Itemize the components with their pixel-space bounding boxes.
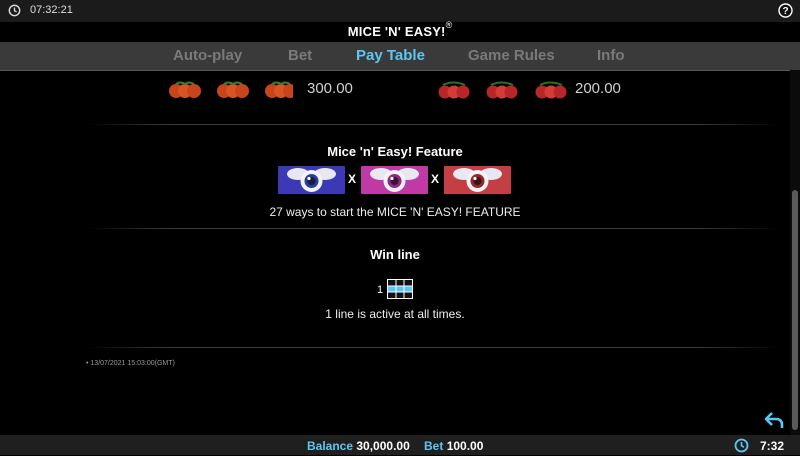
- cherry-icon: [438, 81, 567, 99]
- mouse-icon: [370, 168, 419, 192]
- balance-display: Balance 30,000.00: [307, 439, 410, 453]
- bet-display: Bet 100.00: [424, 439, 483, 453]
- bet-value: 100.00: [446, 439, 484, 453]
- times-sign: X: [348, 172, 357, 186]
- tab-game-rules[interactable]: Game Rules: [468, 47, 555, 64]
- game-title: MICE 'N' EASY!: [347, 24, 446, 39]
- divider: [86, 124, 782, 125]
- tab-bar: Auto-play Bet Pay Table Game Rules Info: [0, 42, 800, 71]
- orange-symbols: [168, 80, 297, 100]
- tab-auto-play[interactable]: Auto-play: [173, 47, 242, 64]
- back-arrow-icon[interactable]: [764, 411, 784, 434]
- cherry-payout: 200.00: [575, 80, 621, 97]
- mouse-icon: [453, 168, 502, 192]
- bottom-bar: Balance 30,000.00 Bet 100.00 7:32: [0, 435, 800, 455]
- status-time: 07:32:21: [30, 4, 73, 16]
- feature-description: 27 ways to start the MICE 'N' EASY! FEAT…: [269, 205, 521, 219]
- tab-bet[interactable]: Bet: [288, 47, 312, 64]
- timestamp-text: 13/07/2021 15:03:00(GMT): [90, 360, 175, 367]
- win-line-description: 1 line is active at all times.: [325, 307, 465, 321]
- feature-mouse-blue-tile: [278, 166, 345, 194]
- balance-label: Balance: [307, 439, 354, 453]
- bet-label: Bet: [424, 439, 444, 453]
- version-timestamp: • 13/07/2021 15:03:00(GMT): [86, 360, 175, 367]
- scrollbar[interactable]: [790, 70, 800, 435]
- footer-time: 7:32: [760, 439, 785, 453]
- divider: [86, 347, 782, 348]
- orange-payout: 300.00: [307, 80, 353, 97]
- times-sign: X: [431, 172, 440, 186]
- feature-mouse-red-tile: [444, 166, 511, 194]
- game-title-row: MICE 'N' EASY!®: [0, 20, 800, 42]
- tab-info[interactable]: Info: [597, 47, 625, 64]
- balance-value: 30,000.00: [356, 439, 410, 453]
- feature-title: Mice 'n' Easy! Feature: [327, 144, 463, 159]
- tab-pay-table[interactable]: Pay Table: [356, 47, 425, 64]
- top-status-bar: 07:32:21 ?: [0, 0, 800, 22]
- cherry-symbols: [437, 80, 567, 100]
- win-line-title: Win line: [370, 247, 420, 262]
- win-line-diagram: [387, 279, 413, 299]
- win-line-number: 1: [377, 284, 384, 296]
- divider: [86, 228, 782, 229]
- registered-mark: ®: [445, 20, 453, 30]
- mouse-icon: [287, 168, 336, 192]
- orange-icon: [169, 81, 297, 98]
- clock-icon: [8, 4, 21, 22]
- help-icon[interactable]: ?: [777, 2, 794, 24]
- feature-mouse-pink-tile: [361, 166, 428, 194]
- svg-text:?: ?: [782, 6, 788, 17]
- clock-icon: [734, 438, 749, 456]
- scrollbar-thumb[interactable]: [792, 190, 798, 430]
